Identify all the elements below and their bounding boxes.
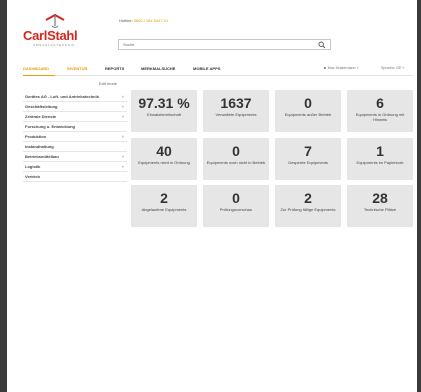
user-icon: ☻ [323, 66, 327, 70]
sidebar-item-zentrale-dienste[interactable]: Zentrale Dienste ˅ [23, 112, 127, 122]
carlstahl-logo[interactable]: CarlStahl UMSCHLAGTECHNIK [23, 14, 89, 50]
kpi-tile[interactable]: 7 Gesperrte Equipments [275, 138, 341, 180]
sidebar-item-produktion[interactable]: Produktion ˅ [23, 132, 127, 142]
tab-merkmalsuche[interactable]: MERKMALSUCHE [141, 66, 175, 71]
kpi-label: Equipments noch nicht in Betrieb [206, 160, 266, 165]
search-input[interactable]: Suche [118, 39, 331, 50]
kpi-label: Zur Prüfung fällige Equipments [280, 207, 336, 212]
tab-inventur[interactable]: INVENTUR [67, 66, 87, 71]
kpi-label: Einsatzbereitschaft [147, 112, 181, 117]
sidebar-item-geraetes-ag[interactable]: Gerätes AG - Luft- und Antriebstechnik ˅ [23, 92, 127, 102]
tab-dashboard[interactable]: DASHBOARD [23, 66, 49, 71]
kpi-tile[interactable]: 0 Prüfungsvorschau [203, 185, 269, 227]
kpi-value: 28 [372, 190, 388, 206]
kpi-tile[interactable]: 1637 Verwaltete Equipments [203, 90, 269, 132]
kpi-label: Equipments im Papierkorb [356, 160, 404, 165]
kpi-tile[interactable]: 2 Abgelaufene Equipments [131, 185, 197, 227]
chevron-down-icon: ˅ [121, 134, 124, 139]
kpi-value: 6 [376, 95, 384, 111]
kpi-label: Equipments in Ordnung mit Hinweis [355, 112, 405, 122]
sidebar-item-instandhaltung[interactable]: Instandhaltung [23, 142, 127, 152]
kpi-value: 7 [304, 143, 312, 159]
kpi-label: Equipments nicht in Ordnung [138, 160, 190, 165]
sidebar-item-label: Forschung u. Entwicklung [25, 124, 75, 129]
kpi-tile[interactable]: 1 Equipments im Papierkorb [347, 138, 413, 180]
kpi-label: Verwaltete Equipments [215, 112, 257, 117]
user-menu[interactable]: ☻ Max Mustermann ˅ [323, 66, 359, 70]
hotline-number[interactable]: 0800 / 184 5447-01 [134, 18, 169, 23]
chevron-down-icon: ˅ [402, 66, 405, 70]
search-placeholder: Suche [123, 42, 135, 47]
kpi-label: Equipments außer Betrieb [284, 112, 332, 117]
sidebar-item-label: Betriebsmittelbau [25, 154, 59, 159]
kpi-value: 1 [376, 143, 384, 159]
sidebar-item-label: Zentrale Dienste [25, 114, 57, 119]
language-label: Sprache: DE [381, 66, 402, 70]
user-name: Max Mustermann [327, 66, 356, 70]
active-tab-indicator [23, 75, 55, 76]
kpi-value: 97.31 % [138, 95, 190, 111]
sidebar-item-vertrieb[interactable]: Vertrieb [23, 172, 127, 182]
tab-mobile-apps[interactable]: MOBILE APPS [193, 66, 220, 71]
kpi-tile[interactable]: 97.31 % Einsatzbereitschaft [131, 90, 197, 132]
search-icon[interactable] [318, 41, 326, 49]
sidebar-item-label: Gerätes AG - Luft- und Antriebstechnik [25, 94, 99, 99]
kpi-label: Abgelaufene Equipments [141, 207, 187, 212]
chevron-down-icon: ˅ [121, 94, 124, 99]
sidebar-item-label: Produktion [25, 134, 47, 139]
kpi-value: 40 [156, 143, 172, 159]
kpi-value: 2 [160, 190, 168, 206]
chevron-down-icon: ˅ [121, 114, 124, 119]
kpi-tile[interactable]: 0 Equipments außer Betrieb [275, 90, 341, 132]
sidebar-item-geschaeftsleitung[interactable]: Geschäftsleitung ˅ [23, 102, 127, 112]
crane-hook-icon [45, 14, 65, 28]
sidebar-item-label: Instandhaltung [25, 144, 54, 149]
kpi-label: Prüfungsvorschau [219, 207, 253, 212]
chevron-down-icon: ˅ [356, 66, 359, 70]
hotline-label: Hotline: [119, 18, 133, 23]
kpi-value: 0 [232, 143, 240, 159]
tab-reports[interactable]: REPORTS [105, 66, 124, 71]
sidebar-item-label: Geschäftsleitung [25, 104, 58, 109]
kpi-value: 0 [232, 190, 240, 206]
sidebar-item-label: Logistik [25, 164, 41, 169]
kpi-tile[interactable]: 28 Technische Plätze [347, 185, 413, 227]
kpi-tile[interactable]: 2 Zur Prüfung fällige Equipments [275, 185, 341, 227]
kpi-label: Gesperrte Equipments [287, 160, 329, 165]
chevron-down-icon: ˅ [121, 164, 124, 169]
edit-mode-label: Edit mode [99, 81, 118, 86]
brand-tagline: UMSCHLAGTECHNIK [33, 43, 76, 47]
sidebar-item-logistik[interactable]: Logistik ˅ [23, 162, 127, 172]
app-page: CarlStahl UMSCHLAGTECHNIK Hotline: 0800 … [7, 0, 417, 392]
main-nav: DASHBOARD INVENTUR REPORTS MERKMALSUCHE … [23, 63, 413, 76]
hotline: Hotline: 0800 / 184 5447-01 [119, 18, 168, 23]
brand-name: CarlStahl [23, 28, 78, 43]
sidebar-item-forschung[interactable]: Forschung u. Entwicklung [23, 122, 127, 132]
kpi-label: Technische Plätze [363, 207, 397, 212]
sidebar-item-label: Vertrieb [25, 174, 40, 179]
kpi-tile[interactable]: 40 Equipments nicht in Ordnung [131, 138, 197, 180]
chevron-down-icon: ˅ [121, 154, 124, 159]
kpi-value: 2 [304, 190, 312, 206]
kpi-value: 1637 [220, 95, 252, 111]
kpi-tile[interactable]: 6 Equipments in Ordnung mit Hinweis [347, 90, 413, 132]
chevron-down-icon: ˅ [121, 104, 124, 109]
sidebar: Gerätes AG - Luft- und Antriebstechnik ˅ … [23, 92, 127, 182]
sidebar-item-betriebsmittelbau[interactable]: Betriebsmittelbau ˅ [23, 152, 127, 162]
kpi-tile[interactable]: 0 Equipments noch nicht in Betrieb [203, 138, 269, 180]
kpi-value: 0 [304, 95, 312, 111]
language-select[interactable]: Sprache: DE ˅ [381, 66, 404, 70]
